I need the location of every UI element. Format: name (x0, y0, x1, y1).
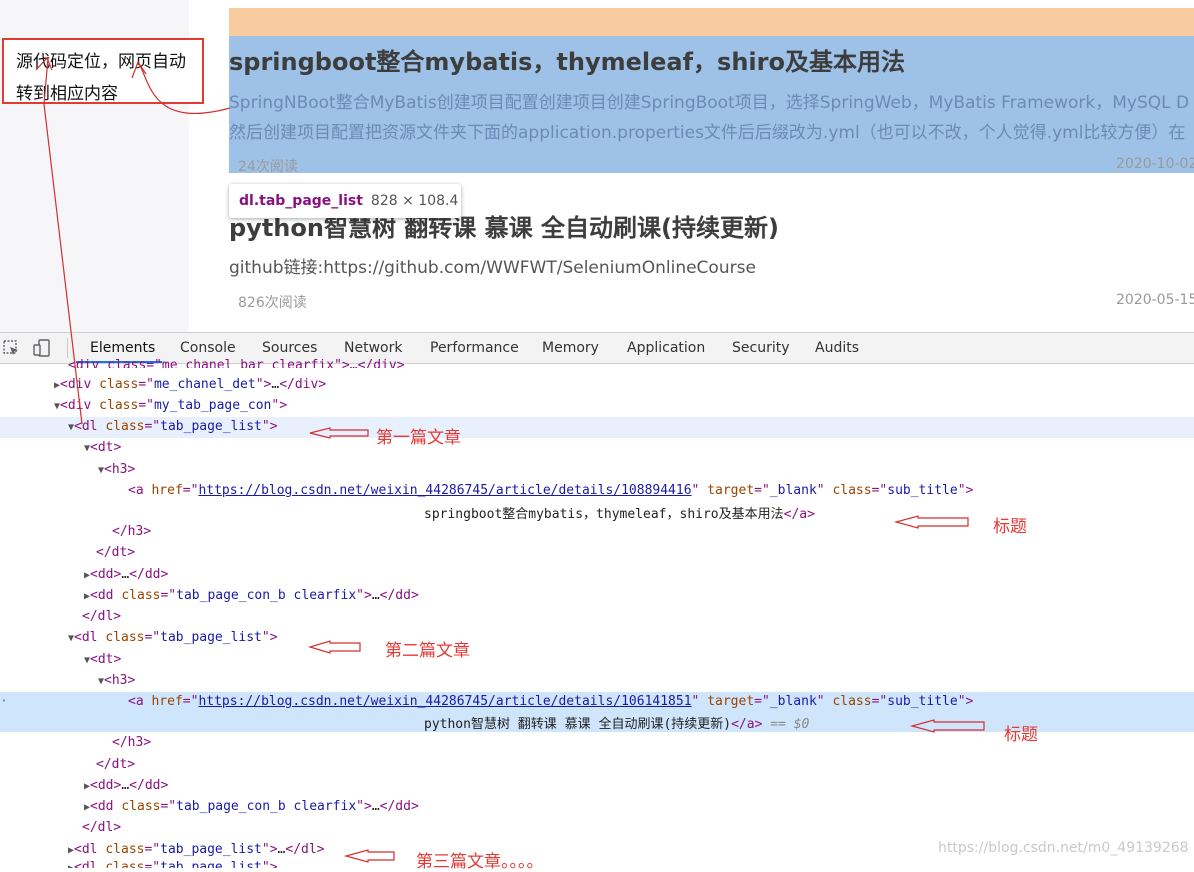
annotation-arrows (35, 56, 985, 863)
arrow-box-to-page (137, 61, 231, 115)
arrow-box-to-dom (43, 103, 83, 425)
watermark: https://blog.csdn.net/m0_49139268 (938, 840, 1189, 856)
